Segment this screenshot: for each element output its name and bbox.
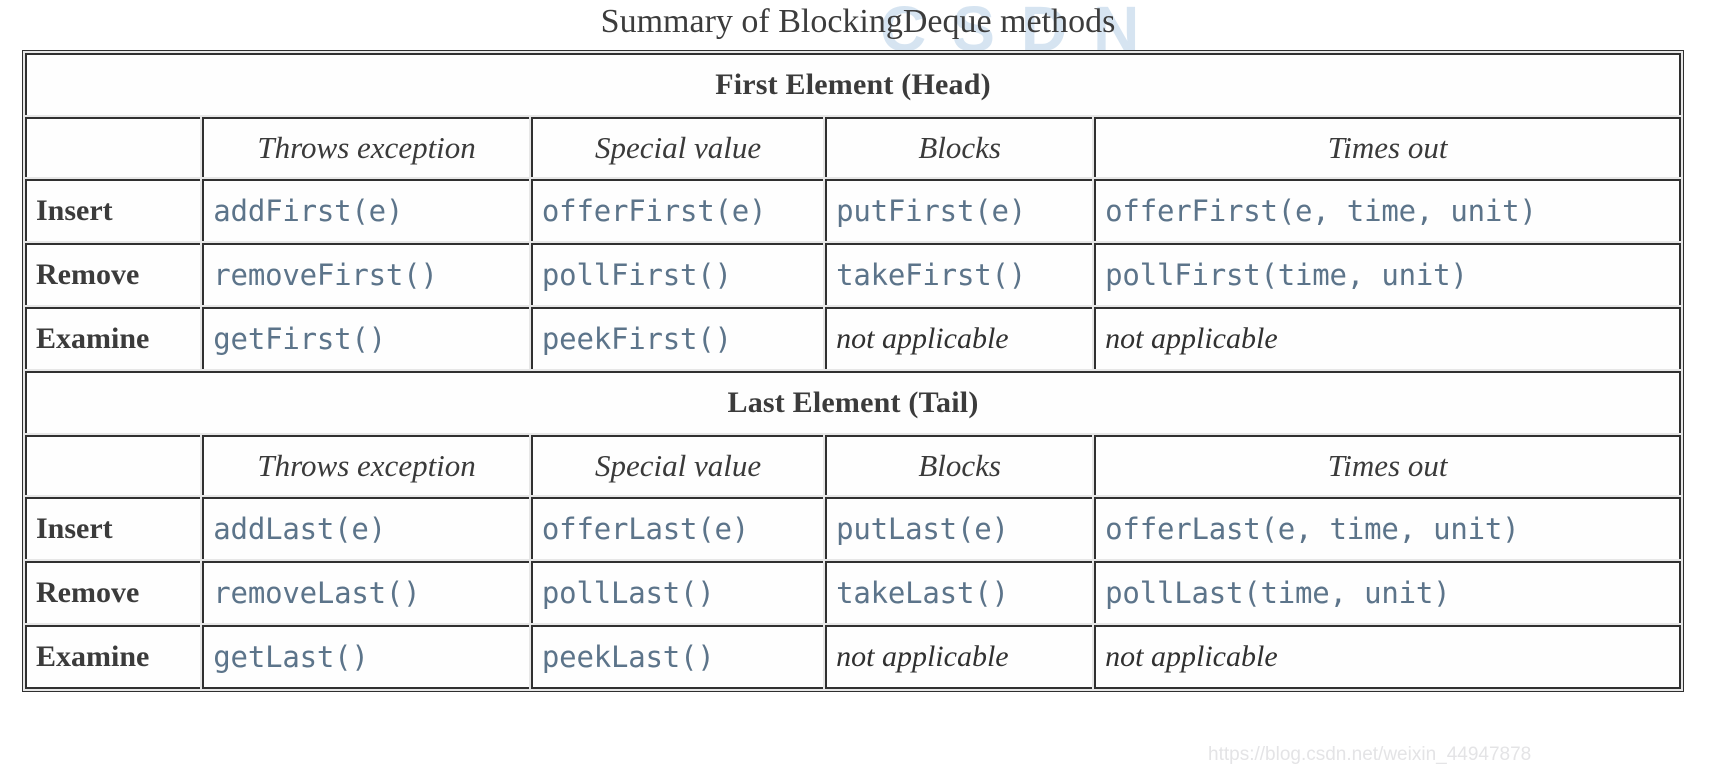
url-watermark: https://blog.csdn.net/weixin_44947878 bbox=[1208, 744, 1532, 765]
column-header-blocks: Blocks bbox=[825, 117, 1095, 179]
column-header-times-out: Times out bbox=[1094, 117, 1681, 179]
row-label-examine: Examine bbox=[25, 625, 203, 689]
cell-method: peekLast() bbox=[530, 625, 826, 689]
cell-method: pollLast(time, unit) bbox=[1094, 561, 1681, 625]
table-row: Remove removeFirst() pollFirst() takeFir… bbox=[25, 243, 1681, 307]
cell-not-applicable: not applicable bbox=[825, 625, 1095, 689]
table-row: Insert addLast(e) offerLast(e) putLast(e… bbox=[25, 497, 1681, 561]
cell-method: offerLast(e) bbox=[530, 497, 826, 561]
cell-method: takeLast() bbox=[825, 561, 1095, 625]
cell-method: addFirst(e) bbox=[202, 179, 531, 243]
cell-not-applicable: not applicable bbox=[1094, 307, 1681, 371]
table-row: Insert addFirst(e) offerFirst(e) putFirs… bbox=[25, 179, 1681, 243]
column-header-special-value: Special value bbox=[530, 117, 826, 179]
table-row: Examine getLast() peekLast() not applica… bbox=[25, 625, 1681, 689]
column-header-throws-exception: Throws exception bbox=[202, 117, 531, 179]
cell-method: getLast() bbox=[202, 625, 531, 689]
section-heading-first: First Element (Head) bbox=[25, 53, 1681, 117]
cell-not-applicable: not applicable bbox=[825, 307, 1095, 371]
cell-method: pollLast() bbox=[530, 561, 826, 625]
column-header-special-value: Special value bbox=[530, 435, 826, 497]
row-label-insert: Insert bbox=[25, 179, 203, 243]
column-header-row: Throws exception Special value Blocks Ti… bbox=[25, 435, 1681, 497]
table-row: Examine getFirst() peekFirst() not appli… bbox=[25, 307, 1681, 371]
section-header-row: Last Element (Tail) bbox=[25, 371, 1681, 435]
row-label-remove: Remove bbox=[25, 243, 203, 307]
section-heading-last: Last Element (Tail) bbox=[25, 371, 1681, 435]
page-title: Summary of BlockingDeque methods bbox=[600, 3, 1116, 40]
column-header-blank bbox=[25, 435, 203, 497]
column-header-throws-exception: Throws exception bbox=[202, 435, 531, 497]
cell-method: offerLast(e, time, unit) bbox=[1094, 497, 1681, 561]
cell-method: peekFirst() bbox=[530, 307, 826, 371]
cell-method: removeFirst() bbox=[202, 243, 531, 307]
table-row: Remove removeLast() pollLast() takeLast(… bbox=[25, 561, 1681, 625]
cell-method: pollFirst(time, unit) bbox=[1094, 243, 1681, 307]
cell-method: addLast(e) bbox=[202, 497, 531, 561]
cell-not-applicable: not applicable bbox=[1094, 625, 1681, 689]
column-header-times-out: Times out bbox=[1094, 435, 1681, 497]
blockingdeque-methods-table: First Element (Head) Throws exception Sp… bbox=[22, 50, 1684, 692]
column-header-blocks: Blocks bbox=[825, 435, 1095, 497]
cell-method: pollFirst() bbox=[530, 243, 826, 307]
cell-method: offerFirst(e, time, unit) bbox=[1094, 179, 1681, 243]
column-header-row: Throws exception Special value Blocks Ti… bbox=[25, 117, 1681, 179]
column-header-blank bbox=[25, 117, 203, 179]
table-body: First Element (Head) Throws exception Sp… bbox=[25, 53, 1681, 689]
cell-method: takeFirst() bbox=[825, 243, 1095, 307]
cell-method: putLast(e) bbox=[825, 497, 1095, 561]
section-header-row: First Element (Head) bbox=[25, 53, 1681, 117]
cell-method: getFirst() bbox=[202, 307, 531, 371]
cell-method: putFirst(e) bbox=[825, 179, 1095, 243]
cell-method: removeLast() bbox=[202, 561, 531, 625]
row-label-insert: Insert bbox=[25, 497, 203, 561]
row-label-remove: Remove bbox=[25, 561, 203, 625]
row-label-examine: Examine bbox=[25, 307, 203, 371]
cell-method: offerFirst(e) bbox=[530, 179, 826, 243]
